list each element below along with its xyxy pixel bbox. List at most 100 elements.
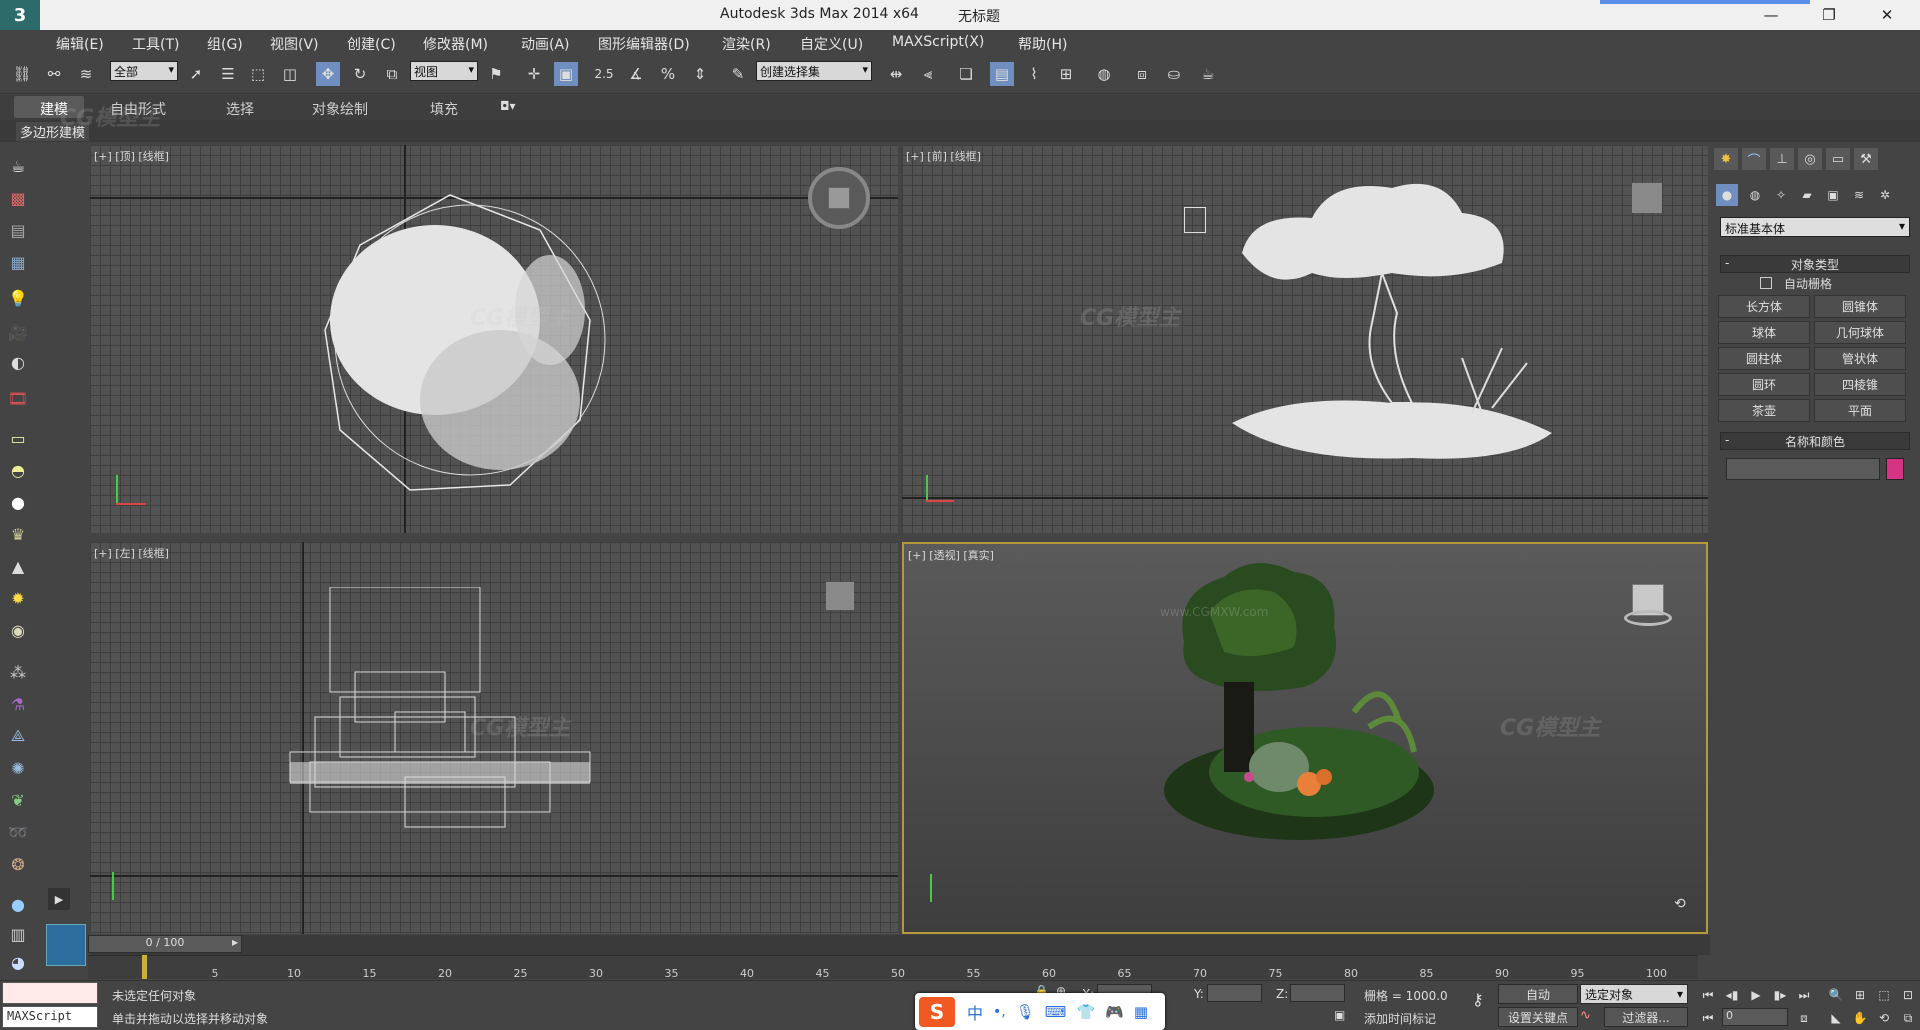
lights-icon[interactable]: ✧ (1770, 184, 1792, 206)
sphere-button[interactable]: 球体 (1718, 321, 1810, 344)
go-to-start-icon[interactable]: ⏮ (1698, 985, 1718, 1005)
object-name-input[interactable] (1726, 458, 1880, 480)
zoom-all-icon[interactable]: ⊞ (1850, 985, 1870, 1005)
ribbon-tab-modeling[interactable]: 建模 (40, 99, 68, 119)
menu-edit[interactable]: 编辑(E) (56, 34, 104, 54)
select-scale-icon[interactable]: ⧉ (380, 62, 404, 86)
tube-button[interactable]: 管状体 (1814, 347, 1906, 370)
expand-arrow-icon[interactable]: ▶ (48, 888, 70, 910)
cone-icon[interactable]: ▲ (6, 554, 30, 578)
viewport-front-label[interactable]: [+] [前] [线框] (906, 148, 981, 164)
save-icon[interactable]: ▥ (6, 922, 30, 946)
teapot-icon[interactable]: ☕ (6, 154, 30, 178)
microphone-icon[interactable]: 🎙 (1016, 1003, 1035, 1021)
mirror-icon[interactable]: ⇹ (884, 62, 908, 86)
menu-graph-editors[interactable]: 图形编辑器(D) (598, 34, 690, 54)
select-rotate-icon[interactable]: ↻ (348, 62, 372, 86)
pyramid-button[interactable]: 四棱锥 (1814, 373, 1906, 396)
selection-filter-dropdown[interactable]: 全部 (110, 61, 178, 81)
next-frame-icon[interactable]: ▸ (232, 935, 238, 949)
pan-icon[interactable]: ✋ (1850, 1008, 1870, 1028)
menu-maxscript[interactable]: MAXScript(X) (892, 34, 984, 50)
orbit-icon[interactable]: ⟲ (1874, 1008, 1894, 1028)
crown-icon[interactable]: ♛ (6, 522, 30, 546)
time-config-icon[interactable]: ⧈ (1794, 1008, 1814, 1028)
zoom-extents-all-icon[interactable]: ⊡ (1898, 985, 1918, 1005)
object-type-rollout[interactable]: - 对象类型 (1720, 255, 1910, 273)
rect-selection-icon[interactable]: ⬚ (246, 62, 270, 86)
pivot-center-icon[interactable]: ⚑ (484, 62, 508, 86)
current-frame-field[interactable]: 0 (1722, 1008, 1788, 1026)
mesh-icon[interactable]: ⟁ (6, 724, 30, 748)
menu-modifiers[interactable]: 修改器(M) (423, 34, 488, 54)
sphere-blue-icon[interactable]: ● (6, 892, 30, 916)
sphere-icon[interactable]: ● (6, 490, 30, 514)
render-icon[interactable]: ☕ (1196, 62, 1220, 86)
torus-button[interactable]: 圆环 (1718, 373, 1810, 396)
play-icon[interactable]: ▶ (1746, 985, 1766, 1005)
align-icon[interactable]: ⫷ (916, 62, 940, 86)
nav-orbit-icon[interactable]: ⟲ (1674, 896, 1686, 912)
box-button[interactable]: 长方体 (1718, 295, 1810, 318)
plant-icon[interactable]: ❦ (6, 788, 30, 812)
ref-coord-dropdown[interactable]: 视图 (410, 61, 478, 81)
cone-button[interactable]: 圆锥体 (1814, 295, 1906, 318)
name-color-rollout[interactable]: - 名称和颜色 (1720, 432, 1910, 450)
z-coordinate-field[interactable] (1290, 984, 1345, 1002)
ribbon-tab-selection[interactable]: 选择 (226, 99, 254, 119)
key-mode-toggle-icon[interactable]: ⏮ (1698, 1008, 1718, 1028)
sun-icon[interactable]: ✹ (6, 586, 30, 610)
hemisphere-icon[interactable]: ◓ (6, 458, 30, 482)
plane-icon[interactable]: ▭ (6, 426, 30, 450)
viewcube-top[interactable] (808, 167, 870, 229)
key-filters-button[interactable]: 过滤器... (1604, 1007, 1688, 1027)
ribbon-tab-object-paint[interactable]: 对象绘制 (312, 99, 368, 119)
curve-editor-icon[interactable]: ⌇ (1022, 62, 1046, 86)
menu-help[interactable]: 帮助(H) (1018, 34, 1067, 54)
maxscript-listener-top[interactable] (2, 982, 98, 1004)
display-tab-icon[interactable]: ▭ (1826, 148, 1850, 170)
hierarchy-tab-icon[interactable]: ⊥ (1770, 148, 1794, 170)
menu-rendering[interactable]: 渲染(R) (722, 34, 771, 54)
zoom-icon[interactable]: 🔍 (1826, 985, 1846, 1005)
angle-snap-icon[interactable]: ∡ (624, 62, 648, 86)
list-panel-icon[interactable]: ▤ (6, 218, 30, 242)
ribbon-tab-freeform[interactable]: 自由形式 (110, 99, 166, 119)
window-crossing-icon[interactable]: ◫ (278, 62, 302, 86)
viewport-perspective-label[interactable]: [+] [透视] [真实] (908, 547, 994, 563)
viewport-top[interactable]: [+] [顶] [线框] (90, 145, 898, 533)
close-button[interactable]: ✕ (1858, 0, 1916, 30)
skin-icon[interactable]: 👕 (1076, 1003, 1095, 1021)
cylinder-button[interactable]: 圆柱体 (1718, 347, 1810, 370)
ime-mode[interactable]: 中 (967, 1000, 983, 1024)
key-filter-curve-icon[interactable]: ∿ (1580, 1008, 1591, 1023)
prev-key-icon[interactable]: ◂▮ (1722, 985, 1742, 1005)
fov-icon[interactable]: ◣ (1826, 1008, 1846, 1028)
render-setup-icon[interactable]: ⧈ (1130, 62, 1154, 86)
shell-icon[interactable]: ❂ (6, 852, 30, 876)
link-icon[interactable]: ⛓ (10, 62, 34, 86)
film-icon[interactable]: 🎞 (6, 386, 30, 410)
hair-icon[interactable]: ➿ (6, 820, 30, 844)
named-selection-dropdown[interactable]: 创建选择集 (756, 61, 872, 81)
select-move-icon[interactable]: ✥ (316, 62, 340, 86)
teapot-button[interactable]: 茶壶 (1718, 399, 1810, 422)
select-by-name-icon[interactable]: ☰ (216, 62, 240, 86)
light-bulb-icon[interactable]: 💡 (6, 286, 30, 310)
ime-punct[interactable]: •, (993, 1004, 1006, 1020)
material-editor-icon[interactable]: ◍ (1092, 62, 1116, 86)
viewport-left-label[interactable]: [+] [左] [线框] (94, 545, 169, 561)
maximize-button[interactable]: ❐ (1800, 0, 1858, 30)
motion-tab-icon[interactable]: ◎ (1798, 148, 1822, 170)
y-coordinate-field[interactable] (1207, 984, 1262, 1002)
viewcube-left[interactable] (826, 582, 854, 610)
cameras-icon[interactable]: ▰ (1796, 184, 1818, 206)
bind-spacewarp-icon[interactable]: ≋ (74, 62, 98, 86)
viewport-left[interactable]: [+] [左] [线框] (90, 542, 898, 934)
plane-button[interactable]: 平面 (1814, 399, 1906, 422)
autogrid-checkbox[interactable] (1760, 277, 1772, 289)
viewport-layout-icon[interactable] (46, 924, 86, 966)
grid-panel-icon[interactable]: ▦ (6, 250, 30, 274)
viewport-perspective[interactable]: [+] [透视] [真实] ⟲ (902, 542, 1708, 934)
menu-create[interactable]: 创建(C) (347, 34, 396, 54)
